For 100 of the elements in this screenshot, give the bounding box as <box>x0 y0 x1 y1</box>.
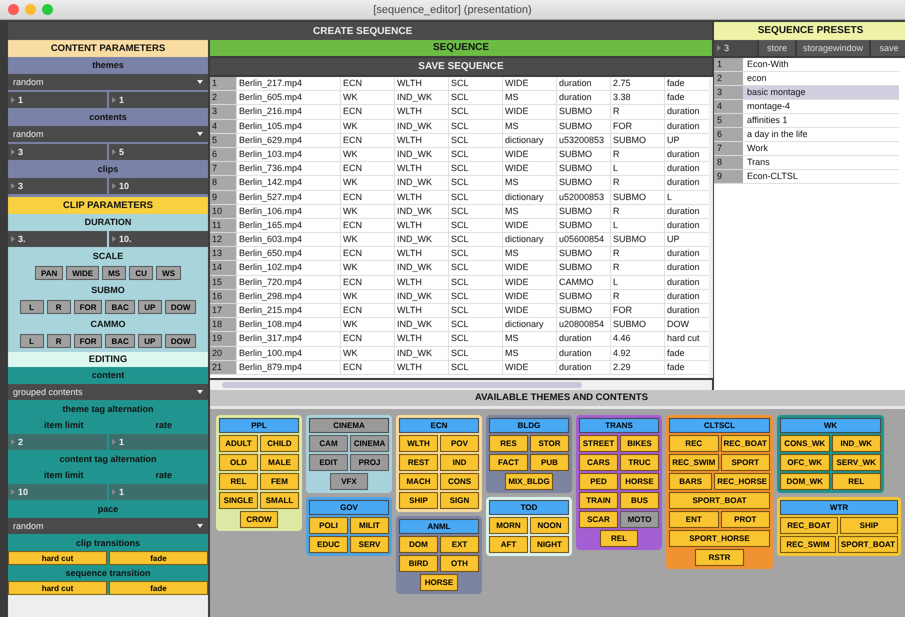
theme-tag[interactable]: TRANS <box>579 418 659 433</box>
preset-item[interactable]: 5 affinities 1 <box>714 114 899 128</box>
dropdown[interactable]: random <box>8 126 208 142</box>
content-tag[interactable]: CARS <box>579 454 618 471</box>
content-tag[interactable]: SHIP <box>399 492 438 509</box>
content-tag[interactable]: SINGLE <box>219 492 258 509</box>
content-tag[interactable]: BIKES <box>620 435 659 452</box>
content-tag[interactable]: REL <box>832 473 881 490</box>
content-tag[interactable]: REC_BOAT <box>780 517 838 534</box>
content-tag[interactable]: REL <box>219 473 258 490</box>
transition-button[interactable]: fade <box>109 581 208 595</box>
create-sequence-button[interactable]: CREATE SEQUENCE <box>8 22 712 40</box>
preset-item[interactable]: 9 Econ-CLTSL <box>714 170 899 184</box>
content-tag[interactable]: MILIT <box>350 517 389 534</box>
content-tag[interactable]: ADULT <box>219 435 258 452</box>
scrollbar[interactable] <box>210 380 712 390</box>
scrollbar[interactable] <box>709 77 713 378</box>
content-tag[interactable]: POV <box>440 435 479 452</box>
content-tag[interactable]: SPORT_HORSE <box>669 530 770 547</box>
number-box[interactable]: 1 <box>109 92 208 108</box>
content-tag[interactable]: MACH <box>399 473 438 490</box>
content-tag[interactable]: BUS <box>620 492 659 509</box>
option-button[interactable]: UP <box>138 334 162 348</box>
content-tag[interactable]: CONS_WK <box>780 435 830 452</box>
option-button[interactable]: CU <box>129 266 154 280</box>
content-tag[interactable]: REC_SWIM <box>669 454 718 471</box>
option-button[interactable]: DOW <box>164 300 196 314</box>
content-tag[interactable]: EXT <box>440 536 479 553</box>
dropdown[interactable]: grouped contents <box>8 384 208 400</box>
content-tag[interactable]: HORSE <box>620 473 659 490</box>
scroll-thumb[interactable] <box>222 382 582 388</box>
content-tag[interactable]: NIGHT <box>530 536 569 553</box>
theme-tag[interactable]: WTR <box>780 500 898 515</box>
content-tag[interactable]: BARS <box>669 473 712 490</box>
option-button[interactable]: DOW <box>164 334 196 348</box>
option-button[interactable]: UP <box>138 300 162 314</box>
number-box[interactable]: 1 <box>8 92 107 108</box>
content-tag[interactable]: CONS <box>440 473 479 490</box>
option-button[interactable]: BAC <box>105 300 135 314</box>
content-tag[interactable]: HORSE <box>420 574 458 591</box>
content-tag[interactable]: AFT <box>489 536 528 553</box>
option-button[interactable]: R <box>46 334 71 348</box>
preset-button[interactable]: storagewindow <box>796 40 870 56</box>
option-button[interactable]: BAC <box>105 334 135 348</box>
content-tag[interactable]: NOON <box>530 517 569 534</box>
content-tag[interactable]: SPORT_BOAT <box>838 536 898 553</box>
theme-tag[interactable]: TOD <box>489 500 569 515</box>
content-tag[interactable]: STREET <box>579 435 618 452</box>
content-tag[interactable]: DOM <box>399 536 438 553</box>
dropdown[interactable]: random <box>8 518 208 534</box>
content-tag[interactable]: PROJ <box>350 454 389 471</box>
content-tag[interactable]: BIRD <box>399 555 438 572</box>
content-tag[interactable]: SERV <box>350 536 389 553</box>
transition-button[interactable]: hard cut <box>8 551 107 565</box>
number-box[interactable]: 2 <box>8 434 107 450</box>
option-button[interactable]: WIDE <box>66 266 100 280</box>
number-box[interactable]: 10. <box>109 231 208 247</box>
content-tag[interactable]: PED <box>579 473 618 490</box>
preset-button[interactable]: save <box>871 40 905 56</box>
content-tag[interactable]: REC_SWIM <box>780 536 836 553</box>
number-box[interactable]: 10 <box>8 484 107 500</box>
content-tag[interactable]: SHIP <box>840 517 898 534</box>
content-tag[interactable]: VFX <box>330 473 368 490</box>
minimize-button[interactable] <box>25 4 36 15</box>
content-tag[interactable]: TRAIN <box>579 492 618 509</box>
option-button[interactable]: L <box>20 334 44 348</box>
content-tag[interactable]: PUB <box>530 454 569 471</box>
content-tag[interactable]: RES <box>489 435 528 452</box>
preset-item[interactable]: 4 montage-4 <box>714 100 899 114</box>
content-tag[interactable]: IND <box>440 454 479 471</box>
option-button[interactable]: L <box>20 300 44 314</box>
transition-button[interactable]: hard cut <box>8 581 107 595</box>
dropdown[interactable]: random <box>8 74 208 90</box>
content-tag[interactable]: EDIT <box>309 454 348 471</box>
close-button[interactable] <box>8 4 19 15</box>
content-tag[interactable]: WLTH <box>399 435 438 452</box>
number-box[interactable]: 3 <box>714 40 757 56</box>
option-button[interactable]: R <box>46 300 71 314</box>
content-tag[interactable]: EDUC <box>309 536 348 553</box>
preset-item[interactable]: 1 Econ-With <box>714 58 899 72</box>
option-button[interactable]: FOR <box>74 334 102 348</box>
content-tag[interactable]: CROW <box>240 511 278 528</box>
number-box[interactable]: 1 <box>109 484 208 500</box>
number-box[interactable]: 5 <box>109 144 208 160</box>
content-tag[interactable]: SPORT_BOAT <box>669 492 770 509</box>
number-box[interactable]: 3 <box>8 178 107 194</box>
theme-tag[interactable]: ANML <box>399 519 479 534</box>
content-tag[interactable]: STOR <box>530 435 569 452</box>
theme-tag[interactable]: PPL <box>219 418 299 433</box>
content-tag[interactable]: PROT <box>720 511 770 528</box>
number-box[interactable]: 1 <box>109 434 208 450</box>
content-tag[interactable]: DOM_WK <box>780 473 830 490</box>
preset-item[interactable]: 8 Trans <box>714 156 899 170</box>
option-button[interactable]: PAN <box>34 266 64 280</box>
number-box[interactable]: 10 <box>109 178 208 194</box>
content-tag[interactable]: REST <box>399 454 438 471</box>
content-tag[interactable]: SCAR <box>579 511 618 528</box>
theme-tag[interactable]: CINEMA <box>309 418 389 433</box>
content-tag[interactable]: CHILD <box>260 435 299 452</box>
theme-tag[interactable]: ECN <box>399 418 479 433</box>
